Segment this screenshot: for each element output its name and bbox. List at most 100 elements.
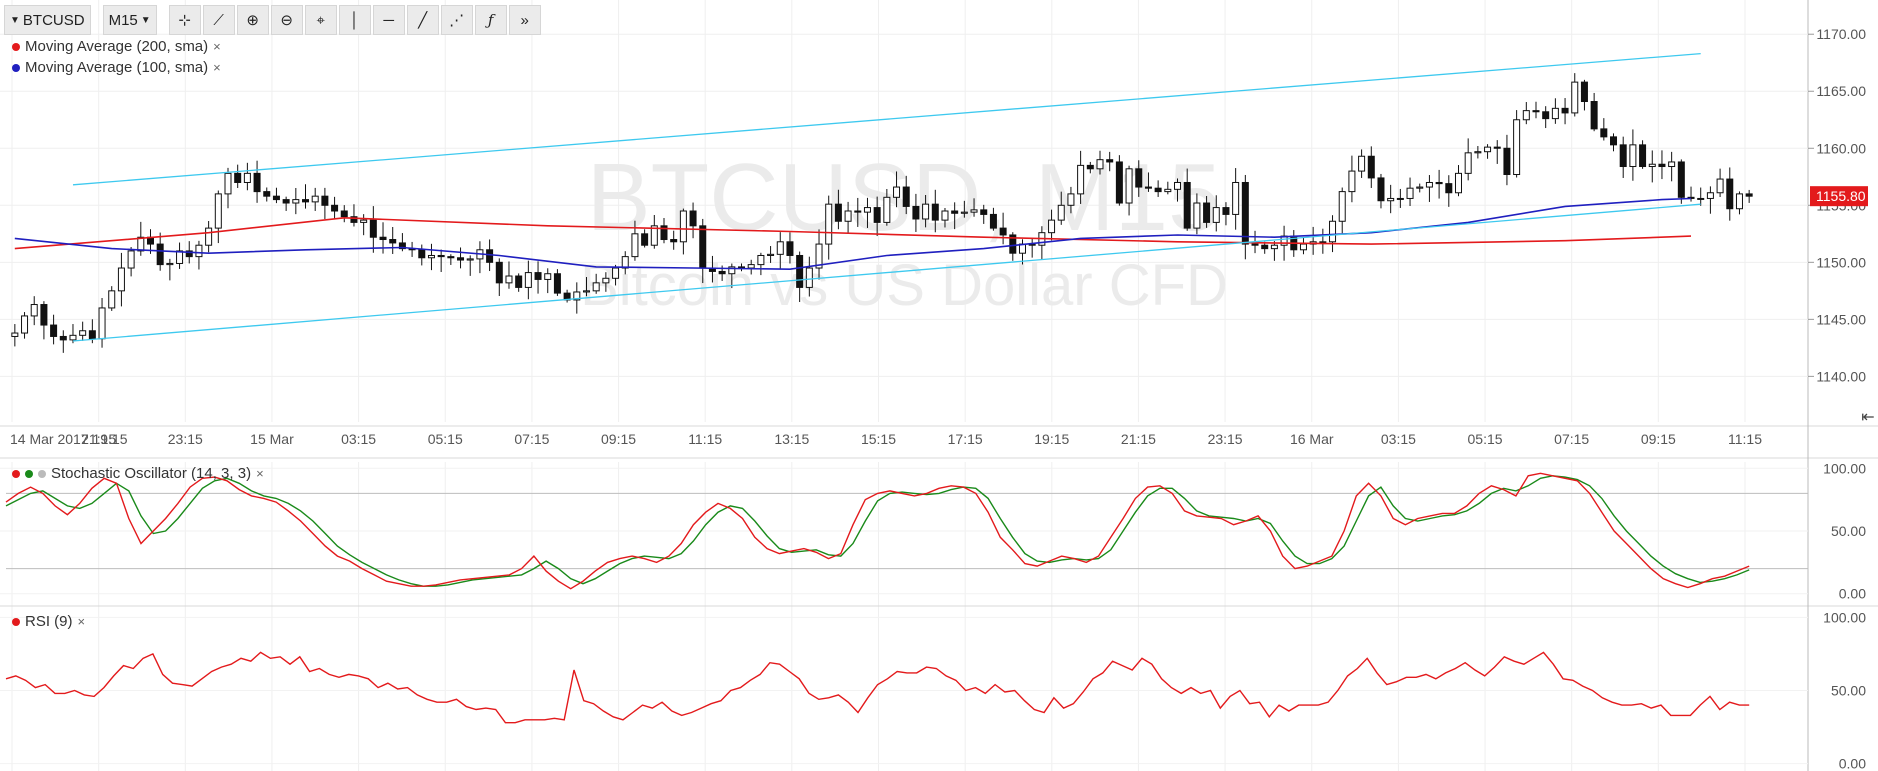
candle-body <box>641 233 649 246</box>
zoom-out-icon[interactable]: ⊖ <box>270 5 303 35</box>
candle-body <box>1319 241 1327 244</box>
candle-body <box>253 172 261 193</box>
x-tick-label: 11:15 <box>1728 431 1762 447</box>
trend-line-icon[interactable]: ╱ <box>406 5 439 35</box>
candle-body <box>844 210 852 222</box>
candle-body <box>980 209 988 215</box>
candle-body <box>1619 144 1627 168</box>
interval-selector[interactable]: M15 ▼ <box>102 5 157 35</box>
candle-body <box>243 172 251 183</box>
close-icon[interactable]: × <box>213 39 221 54</box>
candle-body <box>902 186 910 207</box>
candle-body <box>205 227 213 246</box>
candle-body <box>970 209 978 213</box>
candle-body <box>1735 193 1743 210</box>
y-tick-label: 1165.00 <box>1816 83 1866 99</box>
x-tick-label: 09:15 <box>1641 431 1676 447</box>
candle-body <box>272 195 280 201</box>
zoom-in-icon[interactable]: ⊕ <box>236 5 269 35</box>
candle-body <box>1338 191 1346 222</box>
y-tick-label: 1170.00 <box>1816 26 1866 42</box>
caret-down-icon: ▼ <box>140 14 151 26</box>
close-icon[interactable]: × <box>78 614 86 629</box>
crosshair-icon[interactable]: ⊹ <box>168 5 201 35</box>
candle-body <box>117 267 125 292</box>
candle-body <box>1261 244 1269 250</box>
y-tick-label: 1145.00 <box>1816 311 1866 327</box>
chart-canvas[interactable]: BTCUSD, M15 Bitcoin vs US Dollar CFD 14 … <box>0 0 1878 771</box>
candle-body <box>1464 152 1472 174</box>
line-chart-icon[interactable]: ⟋ <box>202 5 235 35</box>
candle-body <box>1183 181 1191 229</box>
scroll-end-icon[interactable]: ⇤ <box>1861 409 1874 426</box>
function-icon[interactable]: ƒ <box>474 5 507 35</box>
y-tick-label: 1160.00 <box>1816 140 1866 156</box>
candle-body <box>1551 107 1559 120</box>
legend-stochastic[interactable]: Stochastic Oscillator (14, 3, 3) × <box>12 465 264 482</box>
candle-body <box>1668 161 1676 168</box>
watermark-sub: Bitcoin vs US Dollar CFD <box>580 253 1228 318</box>
candle-body <box>176 250 184 264</box>
close-icon[interactable]: × <box>256 466 264 481</box>
candle-body <box>427 254 435 259</box>
candle-body <box>1057 204 1065 221</box>
candle-body <box>40 304 48 326</box>
candle-body <box>670 239 678 243</box>
fibonacci-icon[interactable]: ⋰ <box>440 5 473 35</box>
symbol-label: BTCUSD <box>22 11 85 29</box>
close-icon[interactable]: × <box>213 60 221 75</box>
candle-body <box>1416 186 1424 189</box>
rsi-line <box>5 651 1750 724</box>
candle-body <box>854 210 862 213</box>
candle-body <box>834 203 842 222</box>
legend-stochastic-label: Stochastic Oscillator (14, 3, 3) <box>51 465 252 482</box>
candle-body <box>30 304 38 317</box>
symbol-selector[interactable]: ▼ BTCUSD <box>4 5 91 35</box>
candle-body <box>515 275 523 288</box>
candle-body <box>1697 197 1705 200</box>
x-tick-label: 19:15 <box>1034 431 1069 447</box>
candle-body <box>767 253 775 256</box>
candle-body <box>1086 164 1094 170</box>
candle-body <box>621 256 629 269</box>
x-tick-label: 16 Mar <box>1290 431 1334 447</box>
candle-body <box>1493 146 1501 149</box>
candle-body <box>1484 146 1492 153</box>
candle-body <box>1406 187 1414 199</box>
candle-body <box>553 273 561 294</box>
candle-body <box>1241 181 1249 245</box>
candle-body <box>127 250 135 269</box>
candle-body <box>1716 178 1724 194</box>
y-tick-label: 50.00 <box>1831 683 1866 699</box>
candle-body <box>214 193 222 229</box>
caret-down-icon: ▼ <box>10 14 20 26</box>
candle-body <box>825 203 833 245</box>
cursor-icon[interactable]: ⌖ <box>304 5 337 35</box>
candle-body <box>69 334 77 341</box>
candle-body <box>592 282 600 292</box>
candle-body <box>1270 244 1278 250</box>
x-tick-label: 17:15 <box>948 431 983 447</box>
ma100-dot <box>12 63 20 72</box>
more-icon[interactable]: » <box>508 5 541 35</box>
candle-body <box>912 205 920 220</box>
legend-ma200[interactable]: Moving Average (200, sma) × <box>12 38 221 55</box>
candle-body <box>873 207 881 223</box>
candle-body <box>282 199 290 204</box>
legend-ma100[interactable]: Moving Average (100, sma) × <box>12 59 221 76</box>
legend-ma100-label: Moving Average (100, sma) <box>25 59 209 76</box>
candle-body <box>1522 110 1530 121</box>
candle-body <box>1067 193 1075 206</box>
y-tick-label: 1150.00 <box>1816 254 1866 270</box>
candle-body <box>156 243 164 266</box>
candle-body <box>679 210 687 243</box>
legend-rsi[interactable]: RSI (9) × <box>12 613 85 630</box>
candle-body <box>1367 155 1375 179</box>
candle-body <box>863 207 871 213</box>
candle-body <box>960 211 968 214</box>
vertical-line-icon[interactable]: │ <box>338 5 371 35</box>
horizontal-line-icon[interactable]: ─ <box>372 5 405 35</box>
candle-body <box>1745 193 1753 197</box>
candle-body <box>1135 168 1143 188</box>
candle-body <box>1077 164 1085 195</box>
